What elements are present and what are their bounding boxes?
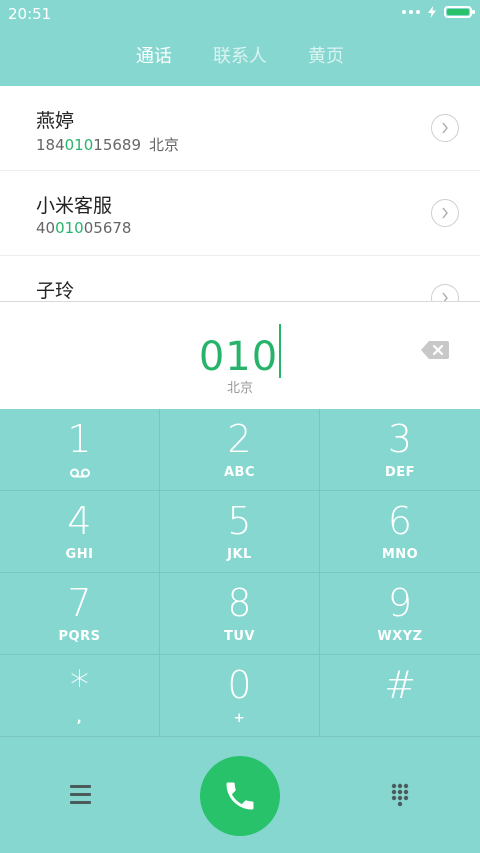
phone-icon — [226, 782, 254, 810]
contact-detail-button[interactable] — [431, 199, 459, 227]
contact-number: 4001005678 — [36, 219, 132, 237]
contact-number: 18401015689 北京 — [36, 136, 180, 154]
result-row[interactable]: 小米客服 4001005678 — [0, 171, 480, 256]
charging-bolt-icon — [428, 6, 436, 18]
key-8[interactable]: 8 TUV — [160, 573, 320, 655]
tab-contacts[interactable]: 联系人 — [197, 28, 283, 86]
key-0[interactable]: 0 + — [160, 655, 320, 737]
search-results-list: 燕婷 18401015689 北京 小米客服 4001005678 子玲 — [0, 86, 480, 301]
bottom-bar — [0, 739, 480, 853]
contact-detail-button[interactable] — [431, 114, 459, 142]
chevron-right-icon — [442, 122, 448, 134]
top-tabs: 通话 联系人 黄页 — [0, 28, 480, 86]
key-7[interactable]: 7 PQRS — [0, 573, 160, 655]
contact-name: 小米客服 — [36, 195, 113, 217]
status-bar: 20:51 — [0, 0, 480, 28]
dialpad-icon — [391, 783, 409, 807]
key-3[interactable]: 3 DEF — [320, 409, 480, 491]
battery-icon — [444, 6, 475, 18]
dial-entry: 010 北京 — [0, 301, 480, 409]
key-6[interactable]: 6 MNO — [320, 491, 480, 573]
more-dots-icon — [402, 10, 420, 14]
chevron-right-icon — [442, 207, 448, 219]
dialpad: 1 2 ABC 3 DEF 4 GHI 5 JKL 6 MNO 7 PQRS 8 TUV 9W… — [0, 409, 480, 739]
chevron-right-icon — [442, 292, 448, 301]
key-4[interactable]: 4 GHI — [0, 491, 160, 573]
key-5[interactable]: 5 JKL — [160, 491, 320, 573]
voicemail-icon — [70, 468, 90, 478]
dialed-number[interactable]: 010 — [0, 324, 480, 380]
call-button[interactable] — [200, 756, 280, 836]
dialed-location: 北京 — [226, 381, 253, 396]
contact-detail-button[interactable] — [431, 284, 459, 301]
tab-calls[interactable]: 通话 — [111, 28, 197, 86]
key-star[interactable]: *, — [0, 655, 160, 737]
status-icons — [402, 6, 475, 18]
contact-name: 子玲 — [36, 280, 75, 301]
tab-yellow-pages[interactable]: 黄页 — [283, 28, 369, 86]
text-cursor — [279, 324, 282, 378]
menu-button[interactable] — [60, 781, 100, 811]
contact-name: 燕婷 — [36, 110, 75, 132]
status-time: 20:51 — [8, 5, 52, 23]
result-row[interactable]: 子玲 — [0, 256, 480, 301]
number-location: 北京 — [149, 136, 180, 154]
key-1[interactable]: 1 — [0, 409, 160, 491]
result-row[interactable]: 燕婷 18401015689 北京 — [0, 86, 480, 171]
backspace-icon[interactable] — [420, 339, 450, 361]
key-hash[interactable]: # — [320, 655, 480, 737]
key-9[interactable]: 9 WXYZ — [320, 573, 480, 655]
dialpad-toggle-button[interactable] — [380, 781, 420, 811]
key-2[interactable]: 2 ABC — [160, 409, 320, 491]
